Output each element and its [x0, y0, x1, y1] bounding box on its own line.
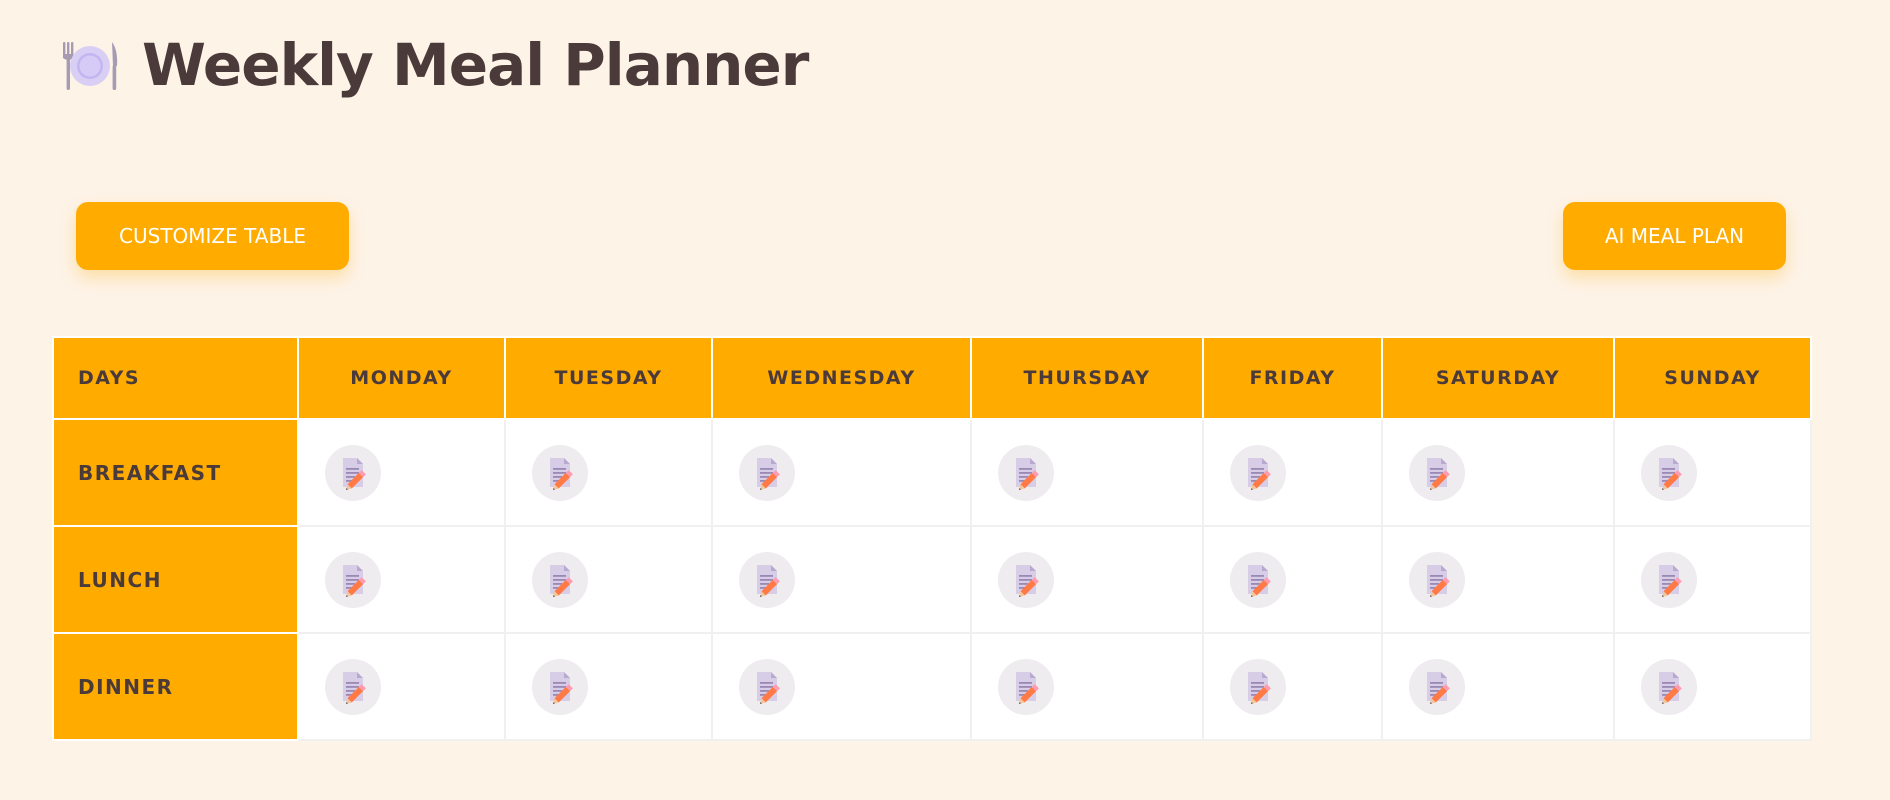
- meal-cell: [1381, 418, 1615, 527]
- edit-meal-button[interactable]: [325, 551, 381, 608]
- meal-label-lunch: LUNCH: [52, 525, 299, 634]
- day-header-tuesday: TUESDAY: [504, 336, 713, 420]
- memo-edit-icon: [1652, 563, 1686, 597]
- meal-cell: [297, 418, 506, 527]
- day-header-wednesday: WEDNESDAY: [711, 336, 972, 420]
- meal-cell: [711, 632, 972, 741]
- memo-edit-icon: [543, 456, 577, 490]
- edit-meal-button[interactable]: [325, 658, 381, 715]
- meal-cell: [504, 525, 713, 634]
- table-row: LUNCH: [52, 525, 1812, 634]
- table-row: BREAKFAST: [52, 418, 1812, 527]
- meal-cell: [1613, 418, 1812, 527]
- memo-edit-icon: [750, 563, 784, 597]
- edit-meal-button[interactable]: [998, 444, 1054, 501]
- edit-meal-button[interactable]: [532, 658, 588, 715]
- meal-cell: [970, 632, 1204, 741]
- edit-meal-button[interactable]: [1409, 444, 1465, 501]
- day-header-monday: MONDAY: [297, 336, 506, 420]
- edit-meal-button[interactable]: [998, 551, 1054, 608]
- meal-cell: [711, 418, 972, 527]
- memo-edit-icon: [1420, 456, 1454, 490]
- meal-cell: [1613, 525, 1812, 634]
- page-title: Weekly Meal Planner: [142, 31, 809, 99]
- edit-meal-button[interactable]: [325, 444, 381, 501]
- day-header-sunday: SUNDAY: [1613, 336, 1812, 420]
- meal-cell: [1381, 525, 1615, 634]
- meal-cell: [1381, 632, 1615, 741]
- plate-cutlery-icon: [60, 36, 120, 94]
- memo-edit-icon: [1241, 456, 1275, 490]
- edit-meal-button[interactable]: [739, 658, 795, 715]
- memo-edit-icon: [1009, 456, 1043, 490]
- memo-edit-icon: [750, 456, 784, 490]
- meal-cell: [970, 418, 1204, 527]
- edit-meal-button[interactable]: [998, 658, 1054, 715]
- memo-edit-icon: [336, 670, 370, 704]
- edit-meal-button[interactable]: [532, 551, 588, 608]
- memo-edit-icon: [1241, 670, 1275, 704]
- memo-edit-icon: [1241, 563, 1275, 597]
- meal-cell: [970, 525, 1204, 634]
- edit-meal-button[interactable]: [1409, 658, 1465, 715]
- meal-label-dinner: DINNER: [52, 632, 299, 741]
- day-header-saturday: SATURDAY: [1381, 336, 1615, 420]
- meal-cell: [1613, 632, 1812, 741]
- edit-meal-button[interactable]: [1230, 551, 1286, 608]
- meal-cell: [1202, 632, 1383, 741]
- table-row: DINNER: [52, 632, 1812, 741]
- edit-meal-button[interactable]: [1230, 444, 1286, 501]
- meal-cell: [504, 418, 713, 527]
- edit-meal-button[interactable]: [1409, 551, 1465, 608]
- memo-edit-icon: [336, 456, 370, 490]
- meal-cell: [711, 525, 972, 634]
- meal-planner-table: DAYS MONDAY TUESDAY WEDNESDAY THURSDAY F…: [52, 336, 1812, 741]
- memo-edit-icon: [1420, 563, 1454, 597]
- page-header: Weekly Meal Planner: [60, 30, 809, 100]
- edit-meal-button[interactable]: [532, 444, 588, 501]
- memo-edit-icon: [543, 563, 577, 597]
- meal-cell: [297, 525, 506, 634]
- memo-edit-icon: [336, 563, 370, 597]
- edit-meal-button[interactable]: [1641, 444, 1697, 501]
- memo-edit-icon: [1652, 670, 1686, 704]
- edit-meal-button[interactable]: [739, 551, 795, 608]
- customize-table-button[interactable]: CUSTOMIZE TABLE: [76, 202, 349, 270]
- ai-meal-plan-button[interactable]: AI MEAL PLAN: [1563, 202, 1786, 270]
- day-header-thursday: THURSDAY: [970, 336, 1204, 420]
- meal-cell: [1202, 525, 1383, 634]
- edit-meal-button[interactable]: [739, 444, 795, 501]
- memo-edit-icon: [750, 670, 784, 704]
- meal-cell: [297, 632, 506, 741]
- memo-edit-icon: [1009, 563, 1043, 597]
- day-header-friday: FRIDAY: [1202, 336, 1383, 420]
- meal-label-breakfast: BREAKFAST: [52, 418, 299, 527]
- memo-edit-icon: [1009, 670, 1043, 704]
- meal-cell: [504, 632, 713, 741]
- edit-meal-button[interactable]: [1230, 658, 1286, 715]
- memo-edit-icon: [543, 670, 577, 704]
- edit-meal-button[interactable]: [1641, 658, 1697, 715]
- days-column-header: DAYS: [52, 336, 299, 420]
- memo-edit-icon: [1420, 670, 1454, 704]
- edit-meal-button[interactable]: [1641, 551, 1697, 608]
- meal-cell: [1202, 418, 1383, 527]
- memo-edit-icon: [1652, 456, 1686, 490]
- table-body: BREAKFAST LUNCH DINNER: [52, 418, 1812, 741]
- table-header-row: DAYS MONDAY TUESDAY WEDNESDAY THURSDAY F…: [52, 336, 1812, 420]
